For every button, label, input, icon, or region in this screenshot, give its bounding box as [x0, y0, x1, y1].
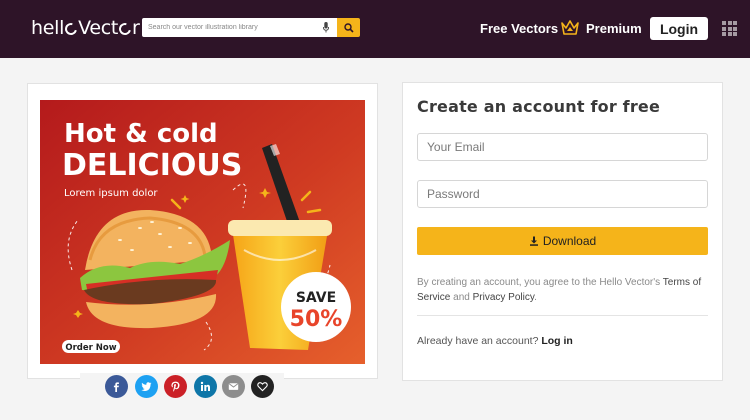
- heart-icon: [257, 382, 268, 392]
- privacy-policy-link[interactable]: Privacy Policy: [473, 292, 535, 303]
- logo-text-part1: hell: [31, 17, 65, 39]
- nav-free-vectors-link[interactable]: Free Vectors: [480, 21, 558, 36]
- linkedin-icon: [200, 381, 210, 391]
- login-button[interactable]: Login: [650, 17, 708, 40]
- divider: [417, 315, 708, 316]
- terms-suffix-text: .: [534, 292, 537, 303]
- microphone-icon[interactable]: [323, 22, 329, 33]
- logo-text-part2: Vect: [78, 17, 119, 39]
- logo-text-part3: r: [132, 17, 140, 39]
- download-button-label: Download: [542, 234, 597, 248]
- save-badge: SAVE 50%: [281, 272, 351, 342]
- order-now-text: Order Now: [65, 343, 116, 353]
- search-button[interactable]: [337, 18, 360, 37]
- headline-line1: Hot & cold: [64, 119, 218, 149]
- badge-percent-text: 50%: [290, 307, 343, 332]
- share-email-button[interactable]: [222, 375, 245, 398]
- terms-prefix-text: By creating an account, you agree to the…: [417, 277, 663, 288]
- share-pinterest-button[interactable]: [164, 375, 187, 398]
- pinterest-icon: [171, 381, 180, 392]
- login-link[interactable]: Log in: [541, 335, 573, 347]
- hellovector-logo[interactable]: hell Vect r: [31, 15, 140, 41]
- email-icon: [228, 383, 239, 390]
- twitter-icon: [141, 382, 152, 391]
- signup-title: Create an account for free: [417, 97, 661, 116]
- download-icon: [529, 236, 538, 246]
- facebook-icon: [113, 382, 119, 392]
- nav-premium-link[interactable]: Premium: [586, 21, 642, 36]
- terms-notice: By creating an account, you agree to the…: [417, 275, 712, 305]
- terms-and-text: and: [450, 292, 473, 303]
- favorite-button[interactable]: [251, 375, 274, 398]
- search-icon: [343, 22, 354, 33]
- email-field[interactable]: [417, 133, 708, 161]
- download-button[interactable]: Download: [417, 227, 708, 255]
- apps-grid-icon[interactable]: [722, 21, 737, 36]
- share-facebook-button[interactable]: [105, 375, 128, 398]
- premium-crown-icon: [561, 20, 579, 35]
- signin-prompt-text: Already have an account?: [417, 335, 542, 347]
- logo-o-mark: [116, 20, 134, 38]
- headline-line2: DELICIOUS: [62, 148, 242, 183]
- share-linkedin-button[interactable]: [194, 375, 217, 398]
- signin-prompt: Already have an account? Log in: [417, 335, 573, 347]
- password-field[interactable]: [417, 180, 708, 208]
- order-now-pill: Order Now: [62, 340, 120, 353]
- share-twitter-button[interactable]: [135, 375, 158, 398]
- badge-save-text: SAVE: [296, 290, 336, 306]
- tagline-text: Lorem ipsum dolor: [64, 188, 158, 199]
- search-input[interactable]: [142, 18, 337, 37]
- logo-o-mark: [62, 20, 80, 38]
- vector-preview-image[interactable]: Hot & cold DELICIOUS Lorem ipsum dolor S…: [40, 100, 365, 364]
